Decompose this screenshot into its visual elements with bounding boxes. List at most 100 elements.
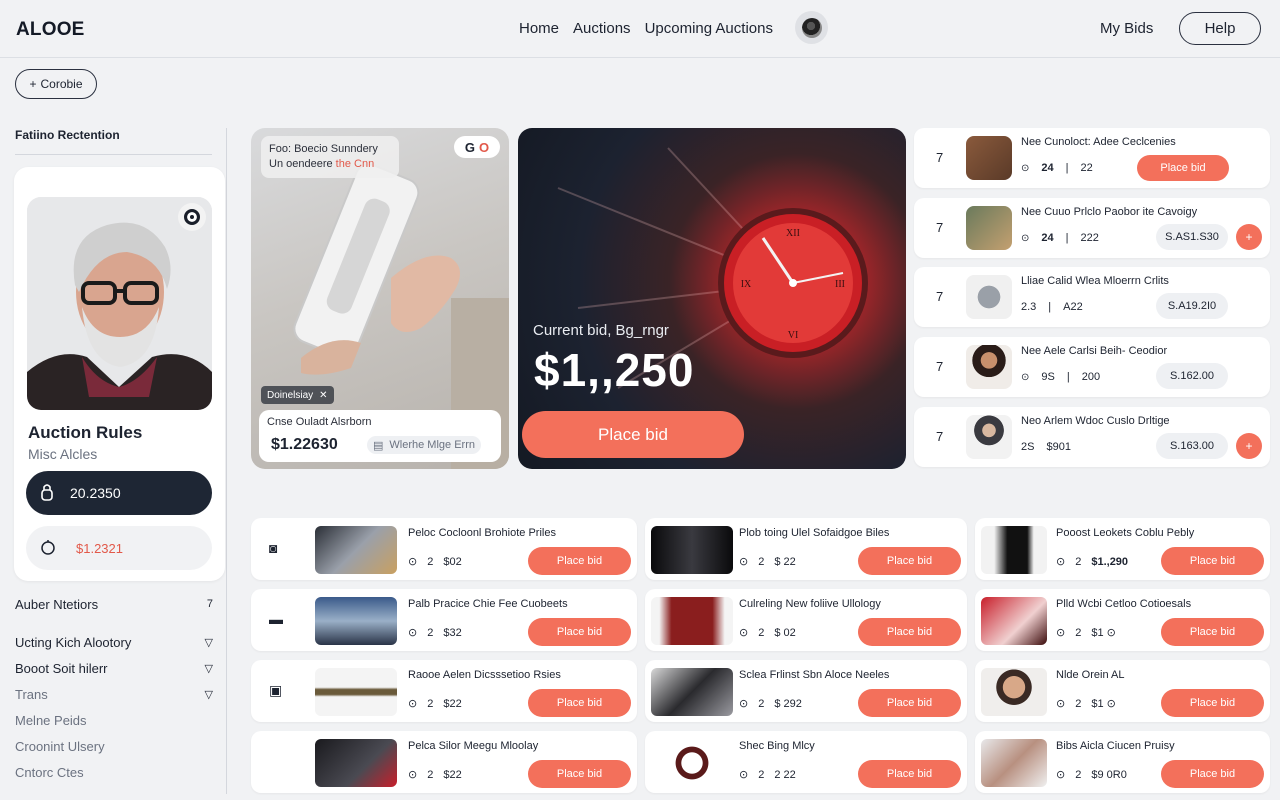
lock-icon (40, 483, 54, 504)
bid-price-button[interactable]: S.162.00 (1156, 363, 1228, 389)
grid-item[interactable]: Pooost Leokets Coblu Pebly ⊙ 2 $1.,290 Pla… (975, 518, 1270, 580)
category-chip[interactable]: Doinelsiay ✕ (261, 386, 334, 404)
grid-item[interactable]: Shec Bing Mlcy ⊙ 2 2 22 Place bid (645, 731, 967, 793)
bid-price-button[interactable]: S.AS1.S30 (1156, 224, 1228, 250)
main-nav: Home Auctions Upcoming Auctions (519, 20, 773, 37)
sidebar-item[interactable]: Booot Soit hilerr ▽ (15, 655, 215, 681)
bid-icon: ⊙ (739, 627, 749, 639)
grid-item[interactable]: ▣ Raooe Aelen Dicsssetioo Rsies ⊙ 2 $22 Pl… (251, 660, 637, 722)
place-bid-button[interactable]: Place bid (528, 618, 631, 646)
user-avatar[interactable] (795, 11, 828, 44)
nav-home[interactable]: Home (519, 20, 559, 37)
place-bid-button[interactable]: Place bid (858, 547, 961, 575)
item-title: Peloc Cocloonl Brohiote Priles (408, 527, 556, 539)
sidebar-item[interactable]: Melne Peids (15, 707, 215, 733)
place-bid-button[interactable]: Place bid (858, 618, 961, 646)
list-item[interactable]: 7 Nee Aele Carlsi Beih- Ceodior ⊙ 9S | 200 … (914, 337, 1270, 397)
grid-item[interactable]: ▬ Palb Pracice Chie Fee Cuobeets ⊙ 2 $32 P… (251, 589, 637, 651)
chevron-down-icon: ▽ (204, 636, 213, 649)
chevron-down-icon: ▽ (204, 688, 213, 701)
item-price: $22 (443, 768, 462, 781)
place-bid-button[interactable]: Place bid (1137, 155, 1229, 181)
place-bid-button[interactable]: Place bid (528, 760, 631, 788)
item-title: Nee Cuuo Prlclo Paobor ite Cavoigy (1021, 206, 1198, 218)
item-price: 2 22 (774, 768, 796, 781)
grid-item[interactable]: Sclea Frlinst Sbn Aloce Neeles ⊙ 2 $ 292 P… (645, 660, 967, 722)
item-price: $1.22630 (271, 436, 338, 453)
profile-portrait (27, 197, 212, 410)
item-qty: 2 (758, 768, 765, 781)
item-title: Pelca Silor Meegu Mloolay (408, 740, 539, 752)
item-qty: 2 (1075, 555, 1082, 568)
list-item[interactable]: 7 Nee Cuuo Prlclo Paobor ite Cavoigy ⊙ 24… (914, 198, 1270, 258)
add-icon[interactable]: + (1236, 224, 1262, 250)
place-bid-button[interactable]: Place bid (522, 411, 744, 458)
sidebar-item[interactable]: Ucting Kich Alootory ▽ (15, 629, 215, 655)
item-meta: ⊙ 2 $32 (408, 626, 462, 640)
item-title: Sclea Frlinst Sbn Aloce Neeles (739, 669, 890, 681)
help-button[interactable]: Help (1179, 12, 1261, 45)
item-qty: 2 (427, 697, 434, 710)
place-bid-button[interactable]: Place bid (858, 760, 961, 788)
bookmark-icon: ▤ (373, 439, 384, 452)
list-item[interactable]: 7 Nee Cunoloct: Adee Ceclcenies ⊙ 24 | 22 P… (914, 128, 1270, 188)
top-header: ALOOE Home Auctions Upcoming Auctions My… (0, 0, 1280, 58)
collapse-button[interactable]: + Corobie (15, 69, 97, 99)
bag-icon: ▬ (269, 611, 283, 627)
add-icon[interactable]: + (1236, 433, 1262, 459)
separator: | (1048, 301, 1052, 313)
item-meta: ⊙ 2 $22 (408, 697, 462, 711)
item-qty: 2 (427, 768, 434, 781)
watch-note[interactable]: ▤ Wlerhe Mlge Errn (367, 436, 481, 454)
svg-text:III: III (835, 279, 845, 290)
bid-time: A22 (1063, 301, 1083, 313)
sidebar-item[interactable]: Cntorc Ctes (15, 759, 215, 785)
current-bid-label: Current bid, Bg_rngr (533, 322, 669, 339)
item-meta: ⊙ 2 $1 ⊙ (1056, 697, 1116, 711)
grid-item[interactable]: Culreling New foliive Ullology ⊙ 2 $ 02 Pl… (645, 589, 967, 651)
place-bid-button[interactable]: Place bid (1161, 618, 1264, 646)
list-item[interactable]: 7 Neo Arlem Wdoc Cuslo Drltige 2S $901 S.… (914, 407, 1270, 467)
app-logo[interactable]: ALOOE (16, 19, 85, 41)
grid-item[interactable]: Plob toing Ulel Sofaidgoe Biles ⊙ 2 $ 22 P… (645, 518, 967, 580)
place-bid-button[interactable]: Place bid (1161, 547, 1264, 575)
grid-item[interactable]: Bibs Aicla Ciucen Pruisy ⊙ 2 $9 0R0 Place … (975, 731, 1270, 793)
sidebar-item[interactable]: Auber Ntetiors 7 (15, 594, 215, 614)
grid-item[interactable]: Nlde Orein AL ⊙ 2 $1 ⊙ Place bid (975, 660, 1270, 722)
avatar-image (801, 17, 822, 38)
camera-icon: ◙ (269, 540, 278, 556)
go-badge[interactable]: GO (454, 136, 500, 158)
sidebar-item[interactable]: Trans ▽ (15, 681, 215, 707)
bid-icon: ⊙ (1056, 627, 1066, 639)
grid-item[interactable]: ◙ Peloc Cocloonl Brohiote Priles ⊙ 2 $02 P… (251, 518, 637, 580)
bid-price-button[interactable]: S.A19.2I0 (1156, 293, 1228, 319)
bid-count: 24 (1041, 232, 1054, 244)
bid-icon: ⊙ (1021, 162, 1030, 174)
place-bid-button[interactable]: Place bid (1161, 689, 1264, 717)
record-icon[interactable] (178, 203, 206, 231)
place-bid-button[interactable]: Place bid (1161, 760, 1264, 788)
place-bid-button[interactable]: Place bid (858, 689, 961, 717)
item-price: $ 02 (774, 626, 796, 639)
deposit-pill[interactable]: $1.2321 (26, 526, 212, 570)
place-bid-button[interactable]: Place bid (528, 547, 631, 575)
list-item[interactable]: 7 Lliae Calid Wlea Mloerrn Crlits 2.3 | A2… (914, 267, 1270, 327)
featured-auction-card[interactable]: Foo: Boecio Sunndery Un oendeere the Cnn… (251, 128, 509, 469)
bid-count: 9S (1041, 371, 1055, 383)
sidebar-item[interactable]: Croonint Ulsery (15, 733, 215, 759)
place-bid-button[interactable]: Place bid (528, 689, 631, 717)
item-thumbnail (315, 739, 397, 787)
bid-icon: ⊙ (739, 698, 749, 710)
nav-auctions[interactable]: Auctions (573, 20, 631, 37)
grid-item[interactable]: Plld Wcbi Cetloo Cotioesals ⊙ 2 $1 ⊙ Place… (975, 589, 1270, 651)
nav-my-bids[interactable]: My Bids (1100, 20, 1153, 37)
grid-item[interactable]: Pelca Silor Meegu Mloolay ⊙ 2 $22 Place bi… (251, 731, 637, 793)
nav-upcoming-auctions[interactable]: Upcoming Auctions (645, 20, 773, 37)
sidebar-item-label: Booot Soit hilerr (15, 660, 108, 676)
item-summary: Cnse Ouladt Alsrborn $1.22630 ▤ Wlerhe Ml… (259, 410, 501, 462)
sidebar-item-label: Trans (15, 686, 48, 702)
bid-icon: ⊙ (1056, 769, 1066, 781)
item-thumbnail (651, 597, 733, 645)
balance-pill[interactable]: 20.2350 (26, 471, 212, 515)
bid-price-button[interactable]: S.163.00 (1156, 433, 1228, 459)
